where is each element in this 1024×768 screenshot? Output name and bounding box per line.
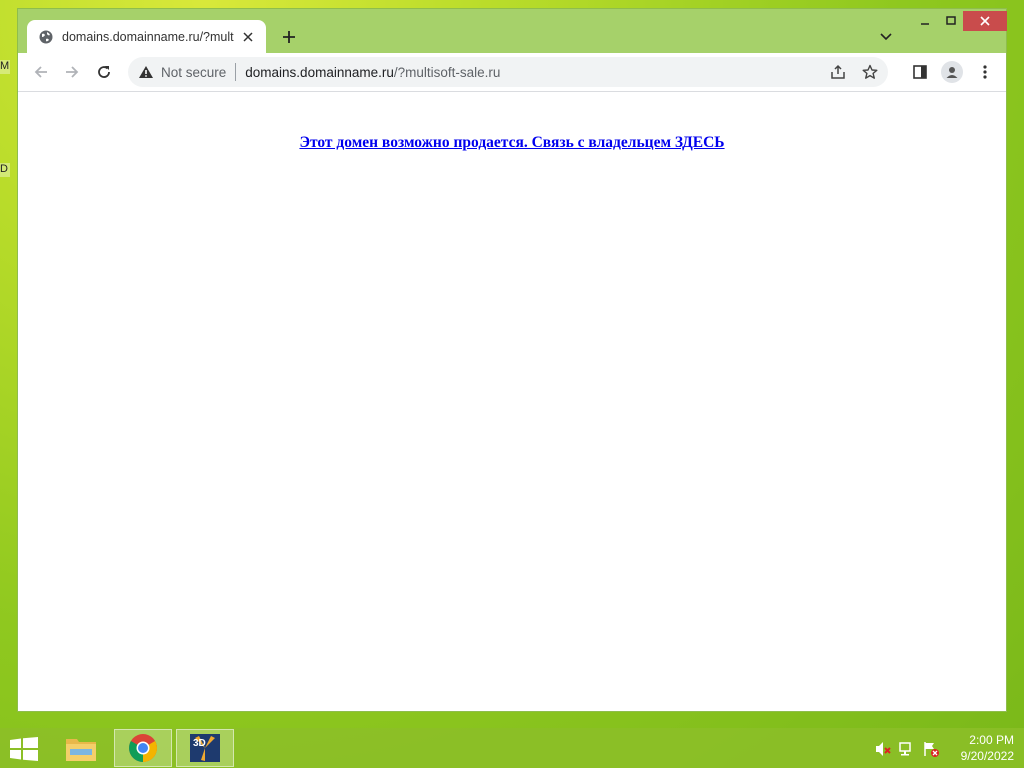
action-center-icon[interactable]: [922, 740, 940, 758]
share-icon[interactable]: [828, 62, 848, 82]
maximize-button[interactable]: [938, 11, 964, 31]
profile-avatar[interactable]: [940, 60, 964, 84]
globe-icon: [39, 30, 53, 44]
domain-sale-link[interactable]: Этот домен возможно продается. Связь с в…: [18, 134, 1006, 152]
file-explorer-icon[interactable]: [52, 729, 110, 767]
security-status-label[interactable]: Not secure: [161, 65, 226, 80]
desktop-icon-label[interactable]: D: [0, 163, 10, 177]
browser-toolbar: Not secure domains.domainname.ru /?multi…: [18, 53, 1006, 92]
browser-window: domains.domainname.ru/?multisoft-sale.ru: [17, 8, 1007, 712]
3d-app-icon[interactable]: 3D: [176, 729, 234, 767]
desktop-icon-label[interactable]: M: [0, 60, 10, 74]
address-bar[interactable]: Not secure domains.domainname.ru /?multi…: [128, 57, 888, 87]
tab-strip: domains.domainname.ru/?multisoft-sale.ru: [18, 9, 1007, 54]
network-icon[interactable]: [898, 740, 916, 758]
url-host: domains.domainname.ru: [245, 64, 394, 80]
windows-start-icon[interactable]: [10, 737, 38, 763]
more-menu-icon[interactable]: [973, 60, 997, 84]
new-tab-button[interactable]: [278, 26, 300, 48]
forward-button[interactable]: [60, 60, 84, 84]
clock-time: 2:00 PM: [969, 733, 1014, 747]
bookmark-star-icon[interactable]: [860, 62, 880, 82]
page-content: Этот домен возможно продается. Связь с в…: [18, 92, 1006, 711]
close-tab-icon[interactable]: [240, 29, 256, 45]
back-button[interactable]: [29, 60, 53, 84]
warning-icon[interactable]: [138, 64, 154, 80]
close-window-button[interactable]: [963, 11, 1007, 31]
volume-muted-icon[interactable]: [874, 740, 892, 758]
side-panel-icon[interactable]: [908, 60, 932, 84]
system-clock[interactable]: 2:00 PM 9/20/2022: [944, 732, 1014, 764]
clock-date: 9/20/2022: [960, 749, 1014, 763]
person-icon: [941, 61, 963, 83]
taskbar: 3D 2:00 PM 9/20/2022: [0, 728, 1024, 768]
chrome-icon[interactable]: [114, 729, 172, 767]
browser-tab[interactable]: domains.domainname.ru/?multisoft-sale.ru: [27, 20, 266, 54]
svg-text:3D: 3D: [193, 738, 206, 749]
omnibox-divider: [235, 63, 237, 81]
tab-search-chevron-icon[interactable]: [876, 27, 896, 47]
url-path: /?multisoft-sale.ru: [393, 64, 501, 80]
tab-title: domains.domainname.ru/?multisoft-sale.ru: [62, 30, 234, 44]
minimize-button[interactable]: [912, 11, 938, 31]
reload-button[interactable]: [92, 60, 116, 84]
